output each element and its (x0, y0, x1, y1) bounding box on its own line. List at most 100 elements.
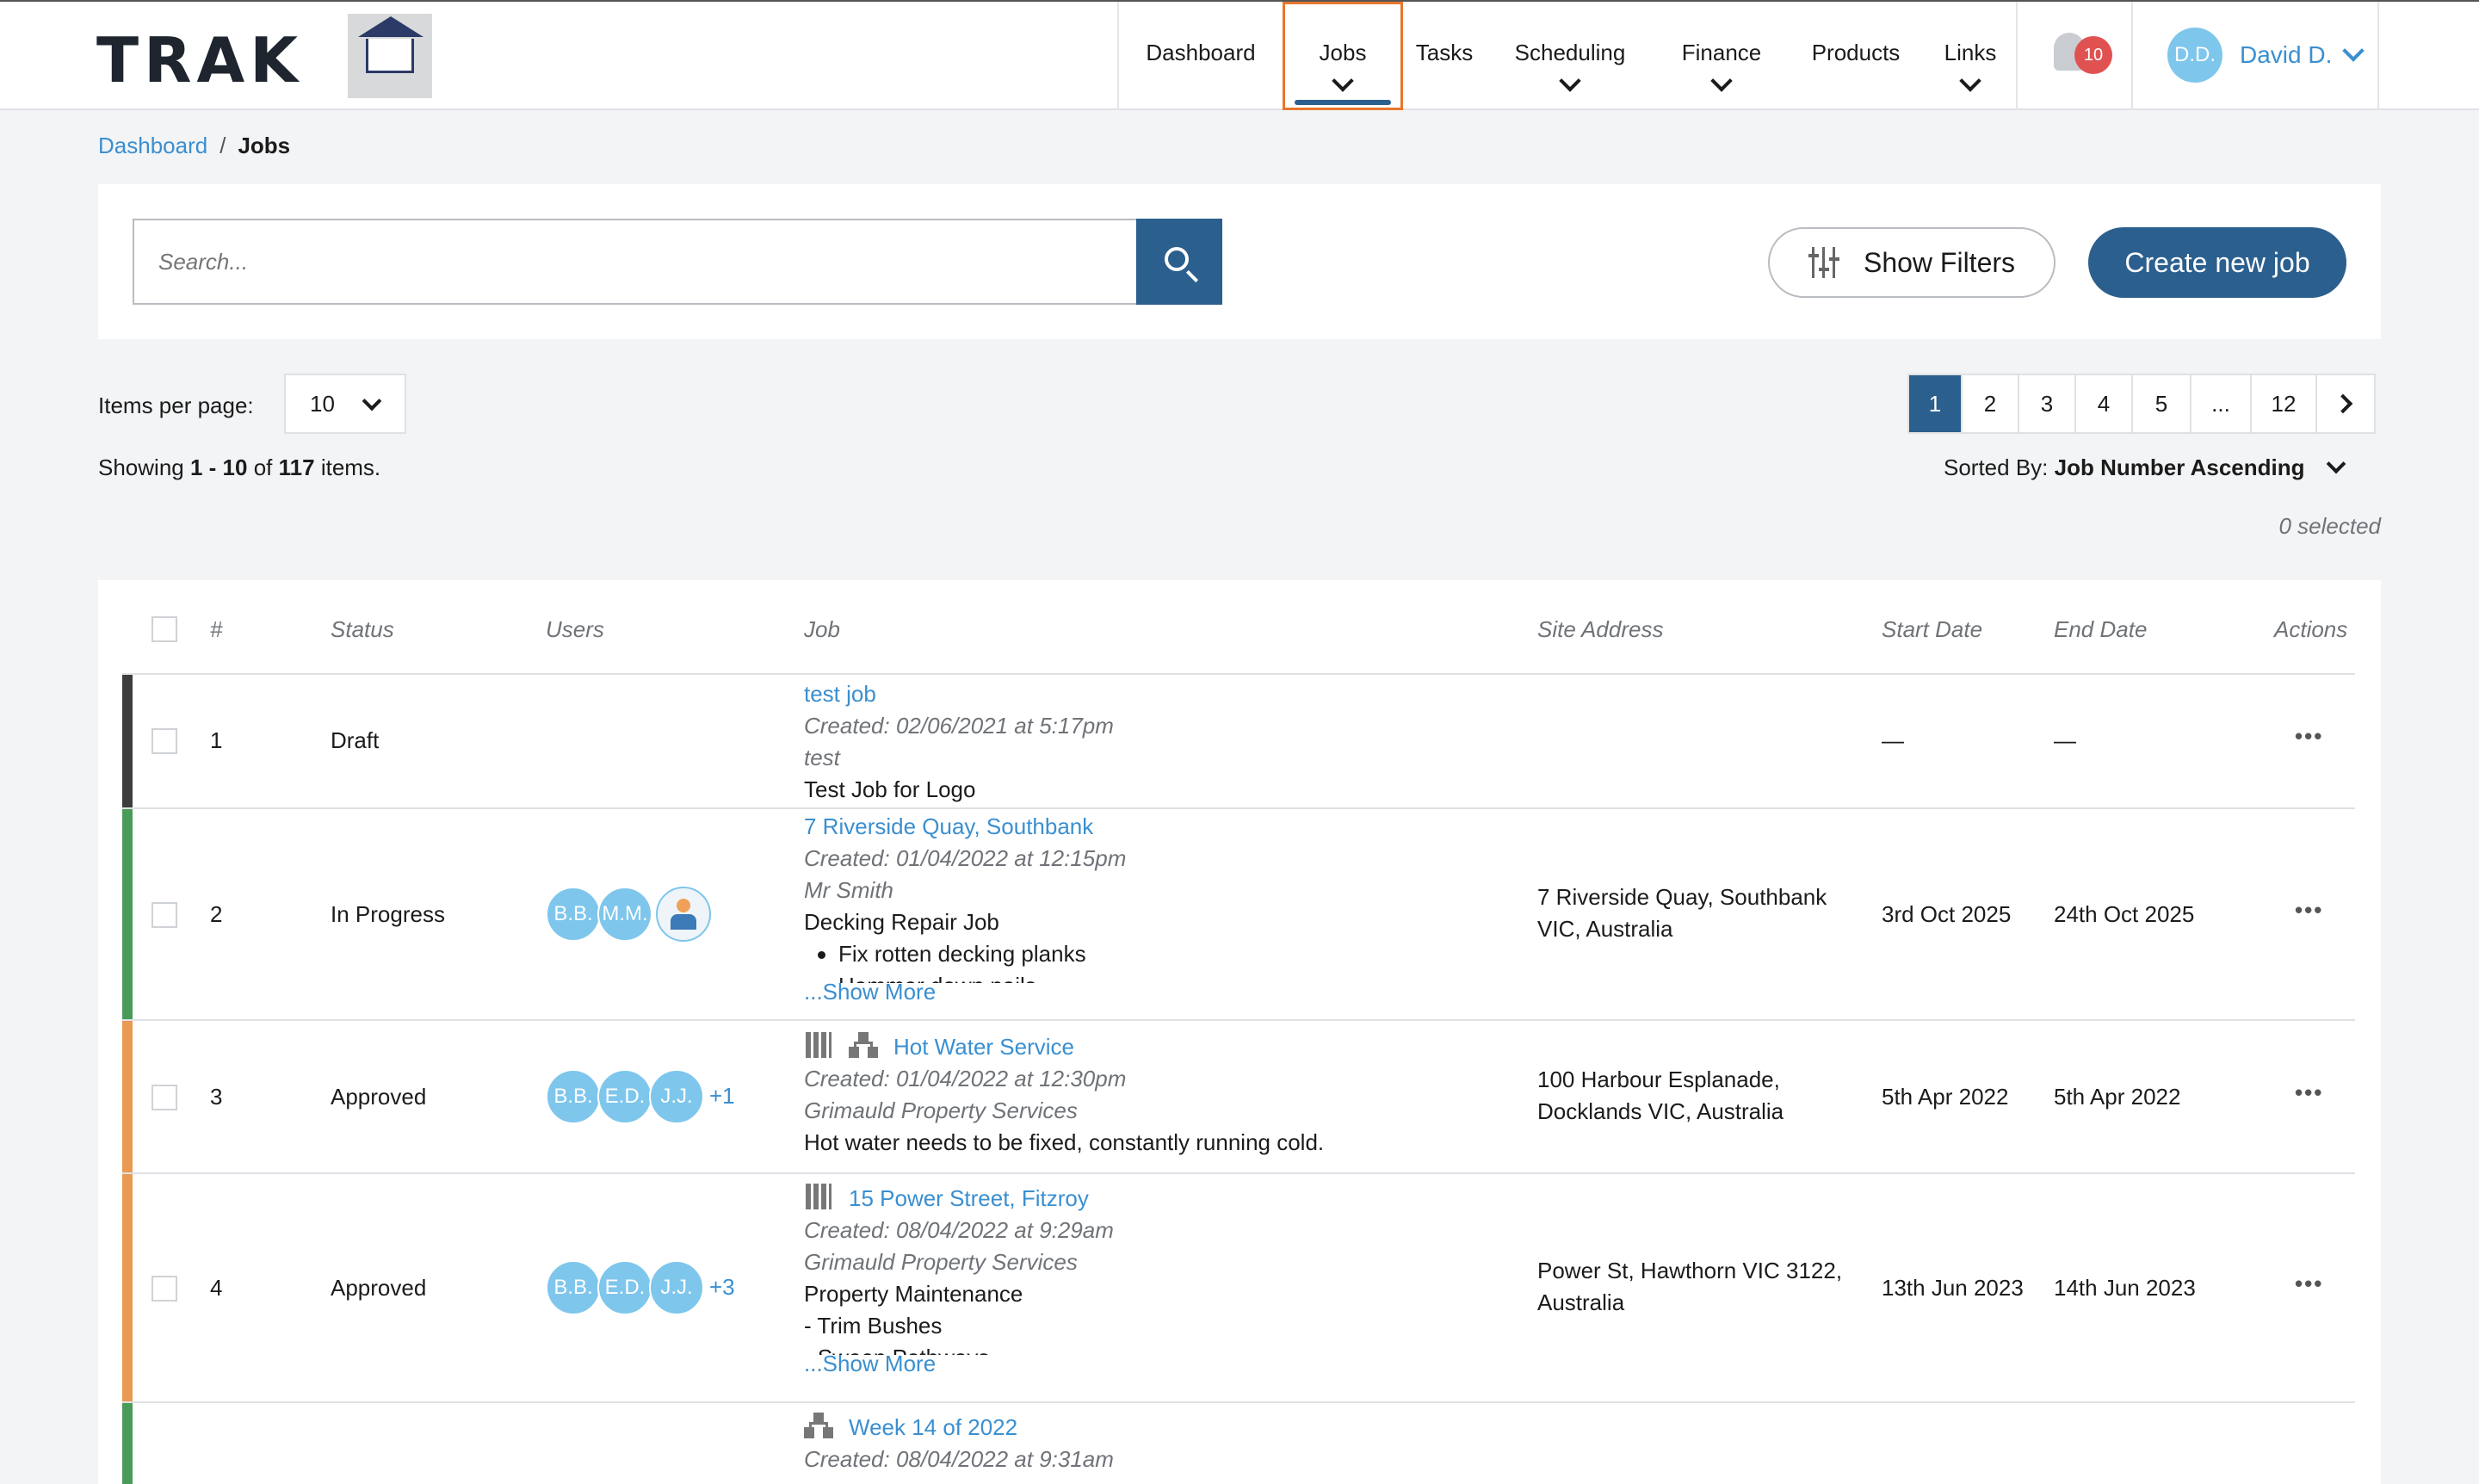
sorted-label: Sorted By: (1944, 454, 2049, 480)
show-more-link[interactable]: ...Show More (804, 1348, 1510, 1380)
trak-logo[interactable]: TRAK (96, 24, 303, 96)
main-nav: Dashboard Jobs Tasks Scheduling Finance … (1117, 2, 2018, 110)
show-filters-label: Show Filters (1863, 246, 2016, 278)
job-number: 4 (210, 1275, 223, 1301)
nav-finance[interactable]: Finance (1654, 2, 1789, 110)
showing-prefix: Showing (98, 454, 184, 480)
job-status: Approved (331, 1084, 427, 1110)
chevron-down-icon (1332, 70, 1354, 92)
avatar[interactable]: B.B. (546, 1260, 601, 1315)
job-number: 3 (210, 1084, 223, 1110)
nav-links[interactable]: Links (1923, 2, 2018, 110)
avatar[interactable]: J.J. (649, 1069, 704, 1124)
sort-dropdown[interactable]: Sorted By: Job Number Ascending (1944, 454, 2346, 481)
job-title-link[interactable]: 15 Power Street, Fitzroy (849, 1185, 1089, 1211)
user-name: David D. (2240, 41, 2333, 68)
nav-dashboard[interactable]: Dashboard (1119, 2, 1283, 110)
header-status[interactable]: Status (331, 616, 394, 643)
nav-products-label: Products (1811, 40, 1901, 65)
job-client: test (804, 745, 840, 770)
table-row[interactable]: 4 Approved B.B. E.D. J.J. +3 15 Power St… (122, 1172, 2355, 1401)
end-date: 24th Oct 2025 (2054, 901, 2195, 927)
job-title-link[interactable]: Week 14 of 2022 (849, 1414, 1017, 1440)
end-date: 14th Jun 2023 (2054, 1275, 2196, 1301)
search-button[interactable] (1136, 219, 1222, 305)
more-users-count[interactable]: +3 (709, 1274, 735, 1301)
breadcrumb-dashboard-link[interactable]: Dashboard (98, 133, 207, 158)
showing-of: of (253, 454, 273, 480)
page-12-button[interactable]: 12 (2250, 375, 2315, 432)
avatar[interactable]: M.M. (597, 887, 652, 942)
header-actions: Actions (2274, 616, 2348, 642)
avatar[interactable]: B.B. (546, 1069, 601, 1124)
job-details: 7 Riverside Quay, Southbank Created: 01/… (804, 811, 1510, 1008)
row-checkbox[interactable] (151, 728, 177, 754)
chevron-down-icon (2342, 40, 2365, 62)
house-logo-icon (358, 16, 423, 73)
header-number[interactable]: # (210, 616, 222, 643)
divider (2377, 2, 2379, 110)
select-all-checkbox[interactable] (151, 616, 177, 642)
site-address-line-2: VIC, Australia (1537, 916, 1673, 942)
list-item: - Trim Bushes (804, 1313, 943, 1339)
site-address-line-1: 100 Harbour Esplanade, (1537, 1067, 1780, 1092)
more-users-count[interactable]: +1 (709, 1083, 735, 1110)
avatar[interactable] (656, 887, 711, 942)
row-checkbox[interactable] (151, 1276, 177, 1302)
nav-dashboard-label: Dashboard (1146, 40, 1256, 65)
row-actions-menu[interactable]: ••• (2295, 897, 2323, 924)
start-date: 5th Apr 2022 (1882, 1084, 2009, 1110)
search-input[interactable] (133, 219, 1138, 305)
row-checkbox[interactable] (151, 902, 177, 928)
job-title-link[interactable]: 7 Riverside Quay, Southbank (804, 811, 1510, 843)
page-1-button[interactable]: 1 (1909, 375, 1961, 432)
site-address-line-1: 7 Riverside Quay, Southbank (1537, 884, 1827, 910)
job-title-link[interactable]: Hot Water Service (893, 1034, 1074, 1060)
avatar[interactable]: E.D. (597, 1069, 652, 1124)
next-page-button[interactable] (2315, 375, 2374, 432)
nav-links-label: Links (1944, 40, 1997, 65)
search-panel: Show Filters Create new job (98, 184, 2381, 339)
notifications-button[interactable]: 10 (2016, 2, 2133, 110)
items-per-page-select[interactable]: 10 (284, 374, 406, 434)
row-checkbox[interactable] (151, 1085, 177, 1110)
status-color-bar (122, 1174, 133, 1401)
page-4-button[interactable]: 4 (2074, 375, 2131, 432)
table-row[interactable]: 1 Draft test job Created: 02/06/2021 at … (122, 673, 2355, 807)
page-2-button[interactable]: 2 (1961, 375, 2018, 432)
job-details: test job Created: 02/06/2021 at 5:17pm t… (804, 678, 1510, 806)
avatar[interactable]: J.J. (649, 1260, 704, 1315)
table-row[interactable]: 2 In Progress B.B. M.M. 7 Riverside Quay… (122, 807, 2355, 1019)
nav-tasks[interactable]: Tasks (1403, 2, 1486, 110)
user-menu[interactable]: D.D. David D. (2167, 28, 2365, 83)
company-logo[interactable] (348, 14, 432, 98)
nav-scheduling[interactable]: Scheduling (1486, 2, 1654, 110)
show-filters-button[interactable]: Show Filters (1768, 227, 2056, 298)
job-description: Decking Repair Job (804, 909, 999, 935)
table-row[interactable]: 3 Approved B.B. E.D. J.J. +1 Hot Water S… (122, 1019, 2355, 1172)
create-new-job-button[interactable]: Create new job (2088, 227, 2346, 298)
sorted-value: Job Number Ascending (2054, 454, 2305, 480)
nav-products[interactable]: Products (1789, 2, 1923, 110)
avatar[interactable]: B.B. (546, 887, 601, 942)
chevron-down-icon (362, 391, 382, 411)
row-actions-menu[interactable]: ••• (2295, 1079, 2323, 1106)
worker-avatar-icon (671, 899, 696, 930)
selected-count: 0 selected (2278, 513, 2381, 539)
building-icon (804, 1184, 833, 1209)
row-actions-menu[interactable]: ••• (2295, 723, 2323, 750)
header-start-date[interactable]: Start Date (1882, 616, 1982, 643)
page-5-button[interactable]: 5 (2131, 375, 2190, 432)
header-end-date[interactable]: End Date (2054, 616, 2147, 643)
job-title-link[interactable]: test job (804, 678, 1510, 710)
items-per-page-label: Items per page: (98, 393, 254, 418)
table-row[interactable]: Week 14 of 2022 Created: 08/04/2022 at 9… (122, 1401, 2355, 1484)
nav-tasks-label: Tasks (1415, 40, 1474, 65)
header-site-address[interactable]: Site Address (1537, 616, 1663, 643)
job-details: 15 Power Street, Fitzroy Created: 08/04/… (804, 1183, 1510, 1380)
nav-jobs[interactable]: Jobs (1283, 2, 1403, 110)
row-actions-menu[interactable]: ••• (2295, 1271, 2323, 1297)
header-job[interactable]: Job (804, 616, 840, 643)
avatar[interactable]: E.D. (597, 1260, 652, 1315)
page-3-button[interactable]: 3 (2018, 375, 2074, 432)
